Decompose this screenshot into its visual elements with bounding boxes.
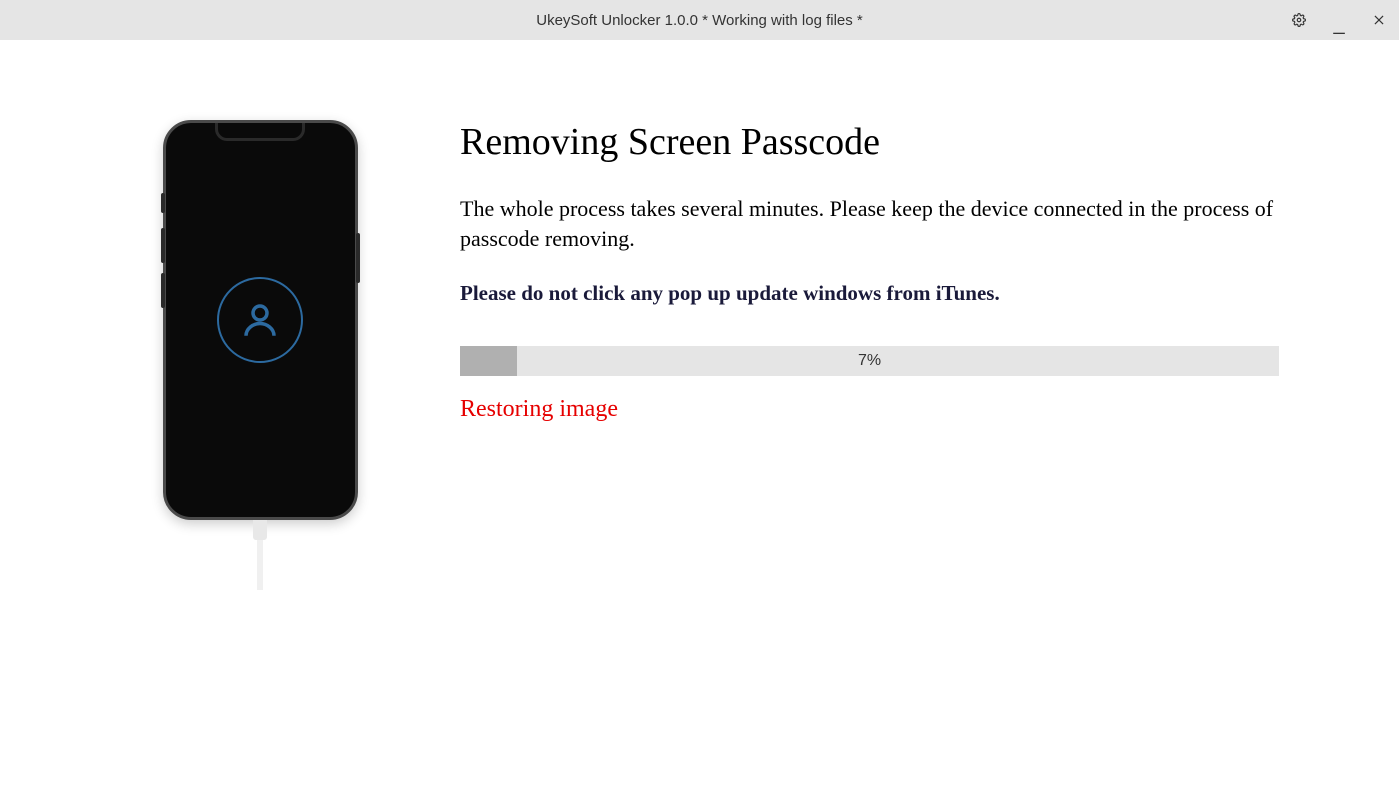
window-controls: _ xyxy=(1279,0,1399,40)
description-text: The whole process takes several minutes.… xyxy=(460,194,1279,253)
gear-icon xyxy=(1292,13,1306,27)
close-button[interactable] xyxy=(1359,0,1399,40)
phone-side-button xyxy=(161,273,165,308)
minimize-button[interactable]: _ xyxy=(1319,0,1359,40)
user-avatar-circle xyxy=(217,277,303,363)
minimize-icon: _ xyxy=(1333,14,1344,34)
phone-side-button xyxy=(161,193,165,213)
phone-notch xyxy=(215,123,305,141)
phone-illustration-column xyxy=(60,120,460,590)
phone-side-button xyxy=(356,233,360,283)
user-icon xyxy=(239,299,281,341)
settings-button[interactable] xyxy=(1279,0,1319,40)
window-title: UkeySoft Unlocker 1.0.0 * Working with l… xyxy=(536,12,863,29)
progress-fill xyxy=(460,346,517,376)
phone-cable xyxy=(250,520,270,590)
phone-side-button xyxy=(161,228,165,263)
status-text: Restoring image xyxy=(460,396,1279,423)
cable-wire xyxy=(257,540,263,590)
main-content: Removing Screen Passcode The whole proce… xyxy=(0,40,1399,590)
page-heading: Removing Screen Passcode xyxy=(460,120,1279,164)
text-column: Removing Screen Passcode The whole proce… xyxy=(460,120,1339,590)
progress-bar: 7% xyxy=(460,346,1279,376)
close-icon xyxy=(1372,13,1386,27)
titlebar: UkeySoft Unlocker 1.0.0 * Working with l… xyxy=(0,0,1399,40)
warning-text: Please do not click any pop up update wi… xyxy=(460,281,1279,306)
phone-body xyxy=(163,120,358,520)
cable-plug xyxy=(253,520,267,540)
progress-percent-label: 7% xyxy=(858,352,881,370)
phone-illustration xyxy=(163,120,358,590)
